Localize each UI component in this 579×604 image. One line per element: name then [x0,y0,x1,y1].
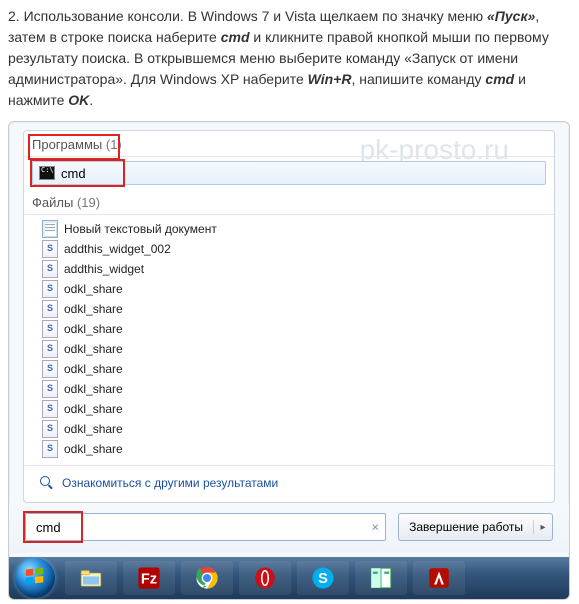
file-result-label: odkl_share [64,382,123,396]
shutdown-button[interactable]: Завершение работы ▸ [398,513,553,541]
program-result-label: cmd [61,166,86,181]
search-box[interactable]: × [25,513,386,541]
taskbar: Fz S [9,557,569,599]
taskbar-item-explorer[interactable] [65,561,117,595]
script-file-icon [42,400,58,418]
file-result-item[interactable]: addthis_widget_002 [32,239,546,259]
script-file-icon [42,240,58,258]
divider [24,465,554,466]
file-result-item[interactable]: odkl_share [32,279,546,299]
file-result-item[interactable]: odkl_share [32,419,546,439]
script-file-icon [42,360,58,378]
script-file-icon [42,380,58,398]
script-file-icon [42,340,58,358]
section-header-files: Файлы (19) [24,193,554,215]
script-file-icon [42,420,58,438]
search-results-panel: Программы (1) cmd Файлы (19) Новый текст… [23,130,555,503]
file-result-label: odkl_share [64,442,123,456]
shutdown-label: Завершение работы [399,520,534,534]
taskbar-item-totalcmd[interactable] [355,561,407,595]
search-input[interactable] [34,519,359,536]
files-count: (19) [77,195,100,210]
start-button[interactable] [15,558,55,598]
script-file-icon [42,300,58,318]
script-file-icon [42,260,58,278]
taskbar-item-filezilla[interactable]: Fz [123,561,175,595]
taskbar-item-chrome[interactable] [181,561,233,595]
script-file-icon [42,320,58,338]
see-more-label: Ознакомиться с другими результатами [62,476,278,490]
file-result-item[interactable]: odkl_share [32,299,546,319]
taskbar-item-adobe[interactable] [413,561,465,595]
svg-text:S: S [318,571,328,587]
file-result-item[interactable]: odkl_share [32,319,546,339]
start-menu-bottom-row: × Завершение работы ▸ [9,503,569,553]
program-result-cmd[interactable]: cmd [32,161,546,185]
file-result-label: odkl_share [64,322,123,336]
file-result-label: odkl_share [64,302,123,316]
file-result-item[interactable]: odkl_share [32,439,546,459]
programs-label: Программы [32,137,102,152]
file-result-label: Новый текстовый документ [64,222,217,236]
programs-count: (1) [106,137,122,152]
file-result-item[interactable]: odkl_share [32,379,546,399]
file-result-label: addthis_widget [64,262,144,276]
files-label: Файлы [32,195,73,210]
file-result-label: odkl_share [64,402,123,416]
search-icon [40,476,54,490]
text-document-icon [42,220,58,238]
file-result-label: odkl_share [64,342,123,356]
shutdown-arrow-icon[interactable]: ▸ [534,522,552,533]
taskbar-item-skype[interactable]: S [297,561,349,595]
script-file-icon [42,440,58,458]
svg-text:Fz: Fz [141,572,157,588]
clear-search-button[interactable]: × [372,520,380,535]
file-result-label: odkl_share [64,422,123,436]
file-result-item[interactable]: Новый текстовый документ [32,219,546,239]
file-list: Новый текстовый документ addthis_widget_0… [24,219,554,459]
file-result-item[interactable]: odkl_share [32,399,546,419]
article-paragraph: 2. Использование консоли. В Windows 7 и … [0,0,579,121]
see-more-results[interactable]: Ознакомиться с другими результатами [24,472,554,494]
file-result-item[interactable]: addthis_widget [32,259,546,279]
cmd-exe-icon [39,166,55,180]
script-file-icon [42,280,58,298]
file-result-item[interactable]: odkl_share [32,359,546,379]
file-result-label: odkl_share [64,282,123,296]
file-result-label: odkl_share [64,362,123,376]
taskbar-item-opera[interactable] [239,561,291,595]
start-menu-screenshot: pk-prosto.ru Программы (1) cmd Файлы (19… [8,121,570,600]
file-result-label: addthis_widget_002 [64,242,171,256]
file-result-item[interactable]: odkl_share [32,339,546,359]
section-header-programs: Программы (1) [24,135,554,157]
